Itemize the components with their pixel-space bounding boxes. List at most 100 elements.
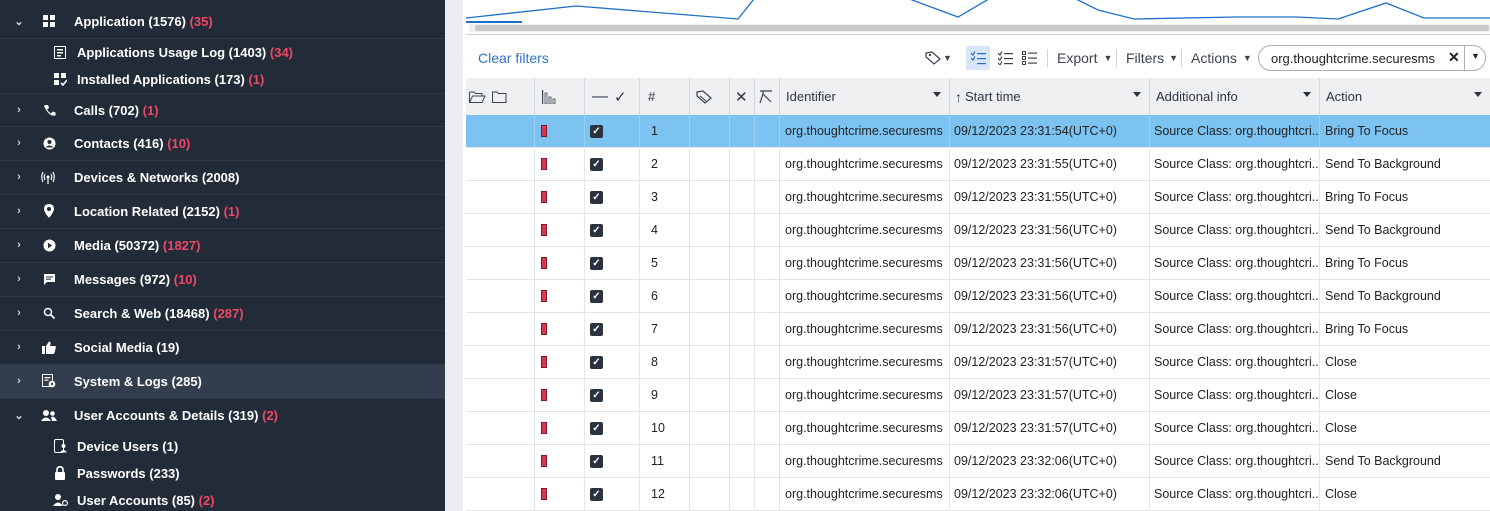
- row-flag-cell: [535, 247, 585, 279]
- check-all-icon[interactable]: ✓: [614, 88, 627, 106]
- category-user-accounts-details[interactable]: ⌄ User Accounts & Details (319) (2): [0, 399, 445, 433]
- row-checkbox[interactable]: ✓: [590, 421, 603, 435]
- column-menu-icon[interactable]: [1474, 92, 1482, 97]
- subitem-device-users[interactable]: Device Users (1): [0, 433, 445, 460]
- row-empty-cell: [466, 115, 535, 147]
- row-empty-cell: [730, 148, 755, 180]
- red-flag-icon: [541, 290, 547, 302]
- row-checkbox[interactable]: ✓: [590, 124, 603, 138]
- chevron-right-icon[interactable]: ›: [13, 171, 25, 183]
- header-deleted-cell[interactable]: ✕: [730, 78, 755, 115]
- view-checked-only-button[interactable]: [998, 42, 1013, 74]
- table-row[interactable]: ✓ 4 org.thoughtcrime.securesms 09/12/2023 2…: [466, 214, 1490, 247]
- chevron-down-icon[interactable]: ⌄: [13, 409, 25, 422]
- dash-icon[interactable]: —: [592, 88, 608, 106]
- table-row[interactable]: ✓ 1 org.thoughtcrime.securesms 09/12/2023 2…: [466, 115, 1490, 148]
- tag-dropdown-button[interactable]: ▼: [925, 42, 952, 74]
- row-empty-cell: [690, 478, 730, 510]
- chevron-right-icon[interactable]: ›: [13, 239, 25, 251]
- panel-splitter[interactable]: [445, 0, 463, 511]
- header-additional-info[interactable]: Additional info: [1150, 78, 1320, 115]
- table-row[interactable]: ✓ 7 org.thoughtcrime.securesms 09/12/2023 2…: [466, 313, 1490, 346]
- column-menu-icon[interactable]: [1133, 92, 1141, 97]
- category-messages[interactable]: › Messages (972) (10): [0, 263, 445, 297]
- category-search-web[interactable]: › Search & Web (18468) (287): [0, 297, 445, 331]
- chevron-down-icon[interactable]: ⌄: [13, 15, 25, 28]
- subitem-applications-usage-log[interactable]: Applications Usage Log (1403) (34): [0, 39, 445, 66]
- row-additional-info: Source Class: org.thoughtcri...: [1150, 346, 1320, 378]
- row-checkbox[interactable]: ✓: [590, 322, 603, 336]
- header-identifier[interactable]: Identifier: [780, 78, 950, 115]
- search-history-dropdown-icon[interactable]: ▼: [1471, 51, 1480, 61]
- table-row[interactable]: ✓ 10 org.thoughtcrime.securesms 09/12/2023 …: [466, 412, 1490, 445]
- row-checkbox[interactable]: ✓: [590, 454, 603, 468]
- category-calls[interactable]: › Calls (702) (1): [0, 93, 445, 127]
- table-row[interactable]: ✓ 11 org.thoughtcrime.securesms 09/12/2023 …: [466, 445, 1490, 478]
- subitem-installed-applications[interactable]: Installed Applications (173) (1): [0, 66, 445, 93]
- clear-filters-link[interactable]: Clear filters: [478, 42, 549, 74]
- table-row[interactable]: ✓ 3 org.thoughtcrime.securesms 09/12/2023 2…: [466, 181, 1490, 214]
- header-number[interactable]: #: [640, 78, 690, 115]
- row-checkbox[interactable]: ✓: [590, 388, 603, 402]
- header-folder-cell[interactable]: [466, 78, 535, 115]
- contact-icon: [41, 135, 57, 151]
- row-checkbox[interactable]: ✓: [590, 190, 603, 204]
- chevron-right-icon[interactable]: ›: [13, 205, 25, 217]
- folder-icon[interactable]: [491, 90, 508, 104]
- table-row[interactable]: ✓ 6 org.thoughtcrime.securesms 09/12/2023 2…: [466, 280, 1490, 313]
- column-menu-icon[interactable]: [1303, 92, 1311, 97]
- folder-open-icon[interactable]: [469, 90, 486, 104]
- filters-button[interactable]: Filters ▼: [1126, 42, 1178, 74]
- header-tag-cell[interactable]: [690, 78, 730, 115]
- caret-down-icon: ▼: [1103, 53, 1113, 63]
- subitem-user-accounts[interactable]: User Accounts (85) (2): [0, 487, 445, 511]
- table-row[interactable]: ✓ 2 org.thoughtcrime.securesms 09/12/2023 2…: [466, 148, 1490, 181]
- pin-icon: [759, 89, 772, 103]
- header-chart-cell[interactable]: [535, 78, 585, 115]
- chevron-right-icon[interactable]: ›: [13, 375, 25, 387]
- view-unchecked-button[interactable]: [1022, 42, 1037, 74]
- row-checkbox[interactable]: ✓: [590, 487, 603, 501]
- view-checked-list-button[interactable]: [966, 46, 990, 70]
- chevron-right-icon[interactable]: ›: [13, 137, 25, 149]
- timeline-scrollbar-thumb[interactable]: [475, 25, 1489, 31]
- category-application[interactable]: ⌄ Application (1576) (35): [0, 5, 445, 39]
- timeline-scrollbar[interactable]: [469, 24, 1490, 32]
- users-icon: [41, 407, 57, 423]
- row-checkbox[interactable]: ✓: [590, 157, 603, 171]
- category-contacts[interactable]: › Contacts (416) (10): [0, 127, 445, 161]
- column-menu-icon[interactable]: [933, 92, 941, 97]
- row-flag-cell: [535, 478, 585, 510]
- export-button[interactable]: Export ▼: [1057, 42, 1112, 74]
- clear-search-icon[interactable]: ✕: [1448, 49, 1460, 66]
- row-checkbox[interactable]: ✓: [590, 223, 603, 237]
- row-checkbox[interactable]: ✓: [590, 289, 603, 303]
- chevron-right-icon[interactable]: ›: [13, 104, 25, 116]
- category-social-media[interactable]: › Social Media (19): [0, 331, 445, 365]
- table-row[interactable]: ✓ 9 org.thoughtcrime.securesms 09/12/2023 2…: [466, 379, 1490, 412]
- header-pin-cell[interactable]: [755, 78, 780, 115]
- table-row[interactable]: ✓ 5 org.thoughtcrime.securesms 09/12/2023 2…: [466, 247, 1490, 280]
- subitem-passwords[interactable]: Passwords (233): [0, 460, 445, 487]
- category-location-related[interactable]: › Location Related (2152) (1): [0, 195, 445, 229]
- header-action[interactable]: Action: [1320, 78, 1490, 115]
- actions-button[interactable]: Actions ▼: [1191, 42, 1252, 74]
- header-start-time[interactable]: ↑ Start time: [950, 78, 1150, 115]
- row-checkbox[interactable]: ✓: [590, 355, 603, 369]
- play-icon: [41, 237, 57, 253]
- category-system-logs[interactable]: › System & Logs (285): [0, 365, 445, 399]
- row-checkbox-cell: ✓: [585, 181, 640, 213]
- table-row[interactable]: ✓ 8 org.thoughtcrime.securesms 09/12/2023 2…: [466, 346, 1490, 379]
- row-checkbox[interactable]: ✓: [590, 256, 603, 270]
- chevron-right-icon[interactable]: ›: [13, 273, 25, 285]
- table-row[interactable]: ✓ 12 org.thoughtcrime.securesms 09/12/2023 …: [466, 478, 1490, 511]
- timeline-chart[interactable]: [466, 0, 1490, 35]
- chevron-right-icon[interactable]: ›: [13, 307, 25, 319]
- category-media[interactable]: › Media (50372) (1827): [0, 229, 445, 263]
- row-empty-cell: [730, 346, 755, 378]
- chevron-right-icon[interactable]: ›: [13, 341, 25, 353]
- phone-icon: [41, 102, 57, 118]
- header-check-cell[interactable]: — ✓: [585, 78, 640, 115]
- search-input[interactable]: [1271, 49, 1441, 67]
- category-devices-networks[interactable]: › Devices & Networks (2008): [0, 161, 445, 195]
